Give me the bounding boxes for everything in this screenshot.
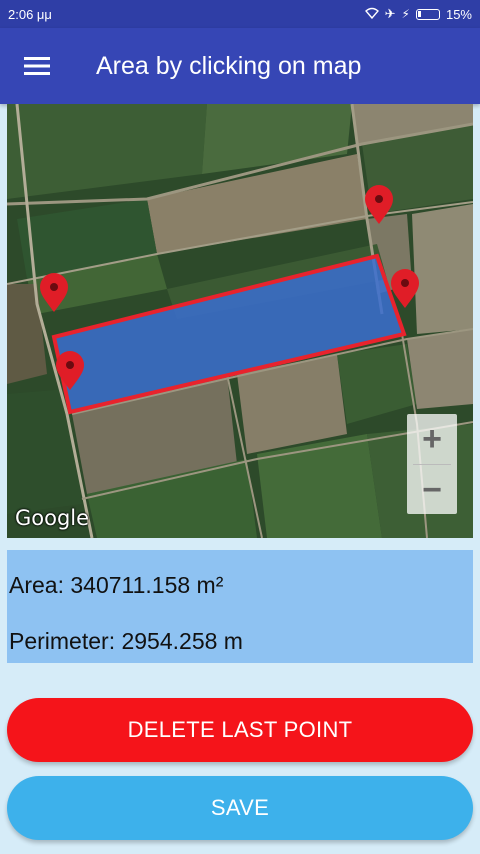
app-toolbar: Area by clicking on map	[0, 28, 480, 104]
hamburger-menu-icon[interactable]	[0, 28, 74, 104]
status-bar: 2:06 μμ ✈ ⚡ 15%	[0, 0, 480, 28]
zoom-out-button[interactable]: −	[407, 465, 457, 515]
results-panel: Area: 340711.158 m² Perimeter: 2954.258 …	[7, 550, 473, 663]
delete-last-point-button[interactable]: DELETE LAST POINT	[7, 698, 473, 762]
satellite-map-imagery	[7, 104, 473, 538]
map-view[interactable]: + − Google	[7, 104, 473, 538]
zoom-controls: + −	[407, 414, 457, 514]
wifi-icon	[364, 7, 379, 22]
battery-icon	[415, 8, 440, 20]
save-button[interactable]: SAVE	[7, 776, 473, 840]
airplane-icon: ✈	[384, 6, 396, 21]
zoom-in-button[interactable]: +	[407, 414, 457, 464]
battery-percent: 15%	[445, 6, 472, 22]
status-time: 2:06 μμ	[8, 6, 52, 22]
area-result: Area: 340711.158 m²	[9, 572, 224, 598]
charging-icon: ⚡	[401, 7, 410, 21]
status-icons: ✈ ⚡ 15%	[364, 6, 472, 22]
google-attribution-logo: Google	[15, 506, 90, 530]
page-title: Area by clicking on map	[96, 51, 362, 80]
perimeter-result: Perimeter: 2954.258 m	[9, 628, 243, 654]
